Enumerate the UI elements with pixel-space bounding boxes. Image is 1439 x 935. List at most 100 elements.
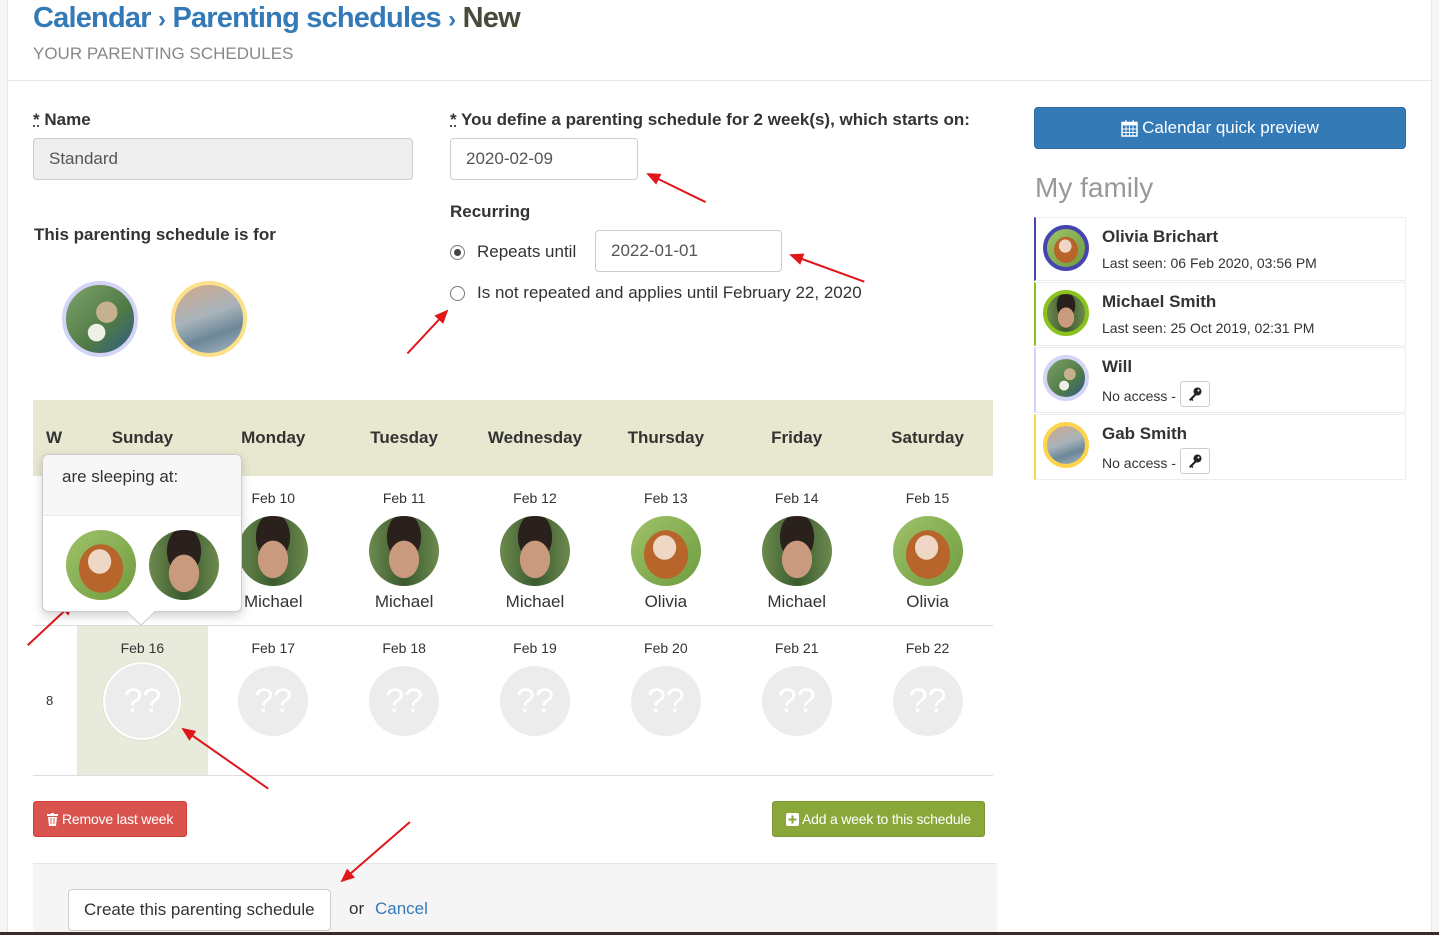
- breadcrumb-parenting-schedules[interactable]: Parenting schedules: [172, 2, 441, 34]
- day-header: Tuesday: [370, 428, 438, 447]
- parent-avatar-olivia[interactable]: [892, 516, 963, 586]
- day-cell[interactable]: Feb 12 Michael: [470, 476, 601, 625]
- remove-last-week-label: Remove last week: [62, 811, 174, 827]
- parent-avatar-olivia[interactable]: [630, 516, 701, 586]
- day-cell[interactable]: Feb 19 ??: [470, 626, 601, 775]
- member-name: Olivia Brichart: [1102, 227, 1219, 246]
- popover-title: are sleeping at:: [43, 455, 241, 516]
- name-input[interactable]: Standard: [33, 138, 413, 180]
- week-row: 8 Feb 16 ?? Feb 17 ?? Feb 18 ?? Feb 19 ?…: [33, 626, 993, 776]
- create-schedule-button[interactable]: Create this parenting schedule: [68, 889, 331, 931]
- member-name: Michael Smith: [1102, 292, 1217, 311]
- start-date-label: * You define a parenting schedule for 2 …: [450, 110, 970, 130]
- not-repeated-option[interactable]: Is not repeated and applies until Februa…: [450, 283, 862, 303]
- unassigned-parent-placeholder[interactable]: ??: [892, 666, 963, 736]
- start-date-label-text: You define a parenting schedule for 2 we…: [461, 110, 970, 129]
- family-member-gab[interactable]: Gab Smith No access -: [1034, 414, 1406, 480]
- day-date: Feb 22: [905, 640, 950, 656]
- day-cell[interactable]: Feb 18 ??: [339, 626, 470, 775]
- repeats-option[interactable]: Repeats until: [450, 242, 576, 262]
- header-divider: [8, 80, 1431, 81]
- cancel-link[interactable]: Cancel: [375, 899, 428, 919]
- family-member-michael[interactable]: Michael Smith Last seen: 25 Oct 2019, 02…: [1034, 282, 1406, 346]
- calendar-icon: [1121, 120, 1138, 137]
- trash-icon: [47, 812, 58, 826]
- repeats-radio[interactable]: [450, 244, 465, 260]
- grant-access-button[interactable]: [1179, 448, 1210, 474]
- name-label-text: Name: [44, 110, 91, 129]
- day-date: Feb 18: [382, 640, 426, 656]
- day-header: Saturday: [891, 428, 964, 447]
- day-parent-name: Michael: [505, 592, 565, 611]
- unassigned-parent-placeholder[interactable]: ??: [103, 662, 182, 740]
- key-icon: [1188, 454, 1202, 468]
- parent-avatar-michael[interactable]: [238, 516, 309, 586]
- not-repeated-radio[interactable]: [450, 285, 465, 301]
- grant-access-button[interactable]: [1179, 381, 1210, 407]
- unassigned-parent-placeholder[interactable]: ??: [369, 666, 440, 736]
- breadcrumb-calendar[interactable]: Calendar: [33, 2, 152, 34]
- day-date: Feb 15: [905, 490, 950, 506]
- parent-avatar-michael[interactable]: [499, 516, 570, 586]
- left-gutter: [0, 0, 8, 935]
- member-avatar: [1043, 290, 1089, 336]
- day-cell[interactable]: Feb 15 Olivia: [862, 476, 993, 625]
- day-header: Thursday: [627, 428, 705, 447]
- member-status: Last seen: 25 Oct 2019, 02:31 PM: [1102, 320, 1314, 336]
- family-member-olivia[interactable]: Olivia Brichart Last seen: 06 Feb 2020, …: [1034, 217, 1406, 281]
- day-cell[interactable]: Feb 22 ??: [862, 626, 993, 775]
- unassigned-parent-placeholder[interactable]: ??: [238, 666, 309, 736]
- day-header: Monday: [241, 428, 306, 447]
- day-header: Wednesday: [487, 428, 583, 447]
- page-header: Calendar › Parenting schedules › New YOU…: [33, 0, 521, 64]
- child-avatar-will[interactable]: [62, 281, 138, 357]
- member-name: Gab Smith: [1102, 424, 1188, 443]
- day-cell-selected[interactable]: Feb 16 ??: [76, 626, 208, 775]
- week-column-header: W: [46, 428, 63, 447]
- recurring-label: Recurring: [450, 202, 531, 221]
- day-cell[interactable]: Feb 11 Michael: [339, 476, 470, 625]
- popover-option-olivia[interactable]: [65, 530, 136, 600]
- child-avatar-gab[interactable]: [171, 281, 247, 357]
- day-cell[interactable]: Feb 21 ??: [731, 626, 862, 775]
- member-status-text: No access -: [1102, 388, 1176, 404]
- day-parent-name: Michael: [767, 592, 826, 611]
- start-date-input[interactable]: 2020-02-09: [450, 138, 638, 180]
- day-cell[interactable]: Feb 14 Michael: [731, 476, 862, 625]
- breadcrumb-separator: ›: [448, 6, 456, 33]
- day-header: Sunday: [111, 428, 174, 447]
- add-week-button[interactable]: Add a week to this schedule: [772, 801, 985, 837]
- popover-option-michael[interactable]: [148, 530, 219, 600]
- family-member-will[interactable]: Will No access -: [1034, 347, 1406, 413]
- remove-last-week-button[interactable]: Remove last week: [33, 801, 188, 837]
- parent-avatar-michael[interactable]: [761, 516, 832, 586]
- breadcrumb-current: New: [462, 2, 521, 34]
- day-date: Feb 13: [644, 490, 688, 506]
- unassigned-parent-placeholder[interactable]: ??: [761, 666, 832, 736]
- day-cell[interactable]: Feb 20 ??: [600, 626, 731, 775]
- family-list: Olivia Brichart Last seen: 06 Feb 2020, …: [1034, 217, 1406, 481]
- page-subtitle: YOUR PARENTING SCHEDULES: [33, 44, 294, 63]
- day-cell[interactable]: Feb 13 Olivia: [600, 476, 731, 625]
- parent-picker-popover: are sleeping at:: [42, 454, 242, 627]
- calendar-quick-preview-button[interactable]: Calendar quick preview: [1034, 107, 1406, 149]
- day-date: Feb 21: [774, 640, 819, 656]
- unassigned-parent-placeholder[interactable]: ??: [630, 666, 701, 736]
- breadcrumb-separator: ›: [157, 6, 166, 33]
- parent-avatar-michael[interactable]: [369, 516, 440, 586]
- day-date: Feb 11: [382, 490, 426, 506]
- member-status-text: Last seen: 06 Feb 2020, 03:56 PM: [1102, 255, 1317, 271]
- repeats-until-input[interactable]: 2022-01-01: [595, 230, 782, 272]
- day-header: Friday: [771, 428, 823, 447]
- member-avatar: [1043, 225, 1089, 271]
- annotation-arrow: [790, 254, 865, 283]
- unassigned-parent-placeholder[interactable]: ??: [499, 666, 570, 736]
- day-date: Feb 19: [513, 640, 557, 656]
- breadcrumb: Calendar › Parenting schedules › New: [33, 0, 521, 38]
- annotation-arrow: [406, 310, 448, 355]
- day-date: Feb 14: [774, 490, 819, 506]
- required-marker: *: [33, 110, 40, 129]
- member-status: Last seen: 06 Feb 2020, 03:56 PM: [1102, 255, 1317, 271]
- day-cell[interactable]: Feb 17 ??: [208, 626, 339, 775]
- member-status-text: No access -: [1102, 455, 1176, 471]
